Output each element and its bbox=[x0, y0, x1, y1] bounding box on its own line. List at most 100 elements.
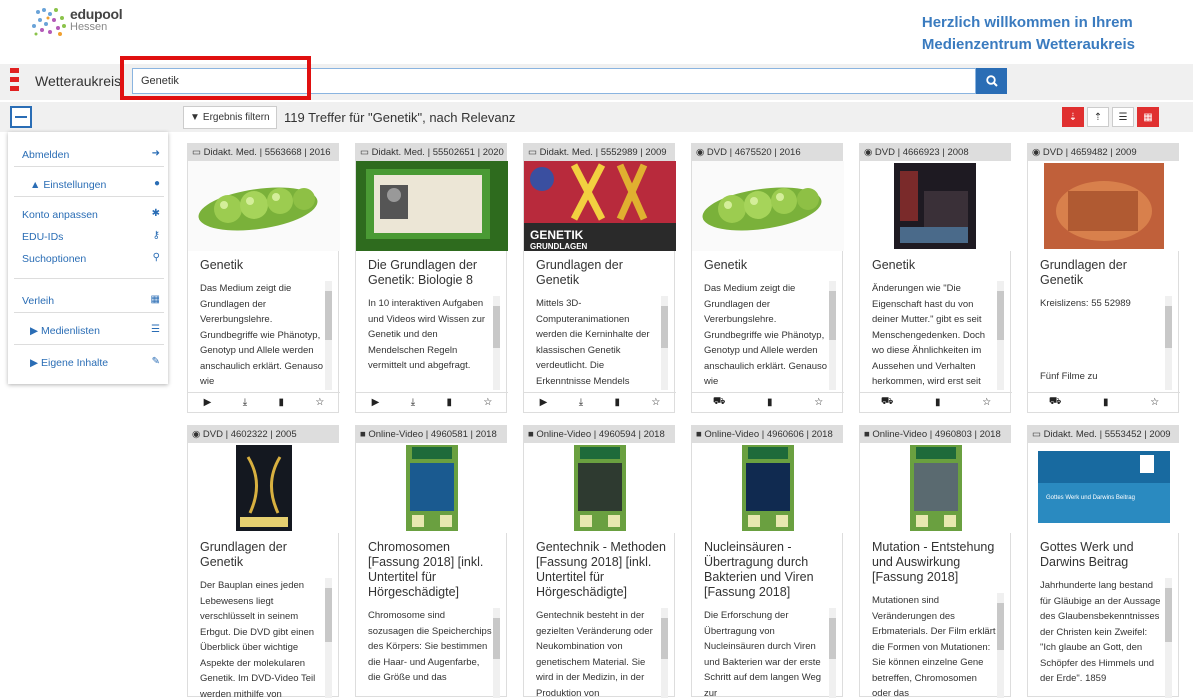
description-scrollbar[interactable] bbox=[661, 608, 668, 698]
description-scrollbar[interactable] bbox=[829, 608, 836, 698]
search-highlight-box bbox=[120, 56, 311, 100]
media-card[interactable]: ▭ Didakt. Med. | 5563668 | 2016 Genetik Da… bbox=[187, 143, 340, 413]
description-scrollbar[interactable] bbox=[997, 593, 1004, 698]
star-icon[interactable]: ☆ bbox=[1150, 397, 1159, 408]
sidebar-item-edu-ids[interactable]: EDU-IDs ⚷ bbox=[8, 226, 168, 248]
description-scrollbar[interactable] bbox=[1165, 578, 1172, 698]
media-card[interactable]: ◉ DVD | 4659482 | 2009 Grundlagen der Gen… bbox=[1027, 143, 1180, 413]
download-icon[interactable]: ⤓ bbox=[243, 397, 247, 408]
card-title[interactable]: Chromosomen [Fassung 2018] [inkl. Untert… bbox=[368, 540, 500, 600]
cart-icon[interactable]: ⛟ bbox=[1049, 396, 1062, 409]
description-scrollbar[interactable] bbox=[997, 281, 1004, 390]
list-view-button[interactable]: ☰ bbox=[1112, 107, 1134, 127]
media-card[interactable]: ◉ DVD | 4666923 | 2008 Genetik Änderungen … bbox=[859, 143, 1012, 413]
video-cover-image bbox=[356, 443, 508, 533]
gear-icon: ✱ bbox=[151, 208, 160, 219]
play-icon[interactable]: ▶ bbox=[540, 397, 548, 408]
star-icon[interactable]: ☆ bbox=[651, 397, 660, 408]
card-thumbnail[interactable] bbox=[524, 443, 676, 533]
play-icon[interactable]: ▶ bbox=[204, 397, 212, 408]
star-icon[interactable]: ☆ bbox=[315, 397, 324, 408]
description-scrollbar[interactable] bbox=[493, 296, 500, 390]
description-scrollbar[interactable] bbox=[325, 281, 332, 390]
document-icon[interactable]: ▮ bbox=[446, 397, 452, 408]
cart-icon[interactable]: ⛟ bbox=[881, 396, 894, 409]
card-title[interactable]: Nucleinsäuren - Übertragung durch Bakter… bbox=[704, 540, 836, 600]
card-header: ■ Online-Video | 4960594 | 2018 bbox=[524, 426, 674, 443]
header: edupool Hessen Herzlich willkommen in Ih… bbox=[0, 0, 1193, 62]
sort-asc-button[interactable]: ⇡ bbox=[1087, 107, 1109, 127]
document-icon[interactable]: ▮ bbox=[1103, 397, 1109, 408]
media-card[interactable]: ▭ Didakt. Med. | 5553452 | 2009 Gottes We… bbox=[1027, 425, 1180, 698]
sort-desc-icon: ⇣ bbox=[1068, 111, 1078, 123]
document-icon[interactable]: ▮ bbox=[767, 397, 773, 408]
card-title[interactable]: Gottes Werk und Darwins Beitrag bbox=[1040, 540, 1172, 570]
edit-icon: ✎ bbox=[151, 356, 160, 367]
description-scrollbar[interactable] bbox=[493, 608, 500, 698]
sidebar-item-medienlisten[interactable]: ▶ Medienlisten ☰ bbox=[8, 320, 168, 342]
card-thumbnail[interactable]: Gottes Werk und Darwins Beitrag bbox=[1028, 443, 1180, 533]
sidebar-collapse-button[interactable] bbox=[10, 106, 32, 128]
sidebar-item-eigene-inhalte[interactable]: ▶ Eigene Inhalte ✎ bbox=[8, 352, 168, 374]
media-card[interactable]: ◉ DVD | 4602322 | 2005 Grundlagen der Gen… bbox=[187, 425, 340, 698]
card-title[interactable]: Die Grundlagen der Genetik: Biologie 8 bbox=[368, 258, 500, 288]
card-thumbnail[interactable] bbox=[692, 161, 844, 251]
card-title[interactable]: Genetik bbox=[704, 258, 836, 273]
document-icon[interactable]: ▮ bbox=[614, 397, 620, 408]
card-thumbnail[interactable] bbox=[188, 443, 340, 533]
card-thumbnail[interactable] bbox=[692, 443, 844, 533]
star-icon[interactable]: ☆ bbox=[982, 397, 991, 408]
menu-toggle-icon[interactable] bbox=[10, 68, 19, 95]
document-icon[interactable]: ▮ bbox=[278, 397, 284, 408]
filter-icon: ▼ bbox=[190, 112, 200, 123]
star-icon[interactable]: ☆ bbox=[483, 397, 492, 408]
card-title[interactable]: Grundlagen der Genetik bbox=[1040, 258, 1172, 288]
sidebar-item-einstellungen[interactable]: ▲ Einstellungen ● bbox=[8, 174, 168, 196]
grid-view-button[interactable]: ▦ bbox=[1137, 107, 1159, 127]
card-thumbnail[interactable]: GENETIK GRUNDLAGEN bbox=[524, 161, 676, 251]
card-title[interactable]: Gentechnik - Methoden [Fassung 2018] [in… bbox=[536, 540, 668, 600]
media-card[interactable]: ▭ Didakt. Med. | 5552989 | 2009 GENETIK GR… bbox=[523, 143, 676, 413]
sidebar-item-verleih[interactable]: Verleih ▦ bbox=[8, 290, 168, 312]
card-header: ◉ DVD | 4659482 | 2009 bbox=[1028, 144, 1178, 161]
description-scrollbar[interactable] bbox=[661, 296, 668, 390]
media-card[interactable]: ■ Online-Video | 4960606 | 2018 Nucleinsä… bbox=[691, 425, 844, 698]
media-card[interactable]: ◉ DVD | 4675520 | 2016 Genetik Das Medium … bbox=[691, 143, 844, 413]
document-icon[interactable]: ▮ bbox=[935, 397, 941, 408]
description-scrollbar[interactable] bbox=[1165, 296, 1172, 390]
card-description: Das Medium zeigt die Grundlagen der Vere… bbox=[200, 283, 324, 387]
card-title[interactable]: Genetik bbox=[872, 258, 1004, 273]
description-scrollbar[interactable] bbox=[829, 281, 836, 390]
card-actions: ⛟ ▮ ☆ bbox=[860, 392, 1012, 412]
card-header: ◉ DVD | 4675520 | 2016 bbox=[692, 144, 842, 161]
sidebar-item-konto[interactable]: Konto anpassen ✱ bbox=[8, 204, 168, 226]
card-title[interactable]: Grundlagen der Genetik bbox=[200, 540, 332, 570]
sidebar-item-suchoptionen[interactable]: Suchoptionen ⚲ bbox=[8, 248, 168, 270]
card-thumbnail[interactable] bbox=[860, 161, 1012, 251]
search-button[interactable] bbox=[976, 68, 1007, 94]
card-thumbnail[interactable] bbox=[356, 161, 508, 251]
download-icon[interactable]: ⤓ bbox=[579, 397, 583, 408]
logo-name: edupool bbox=[70, 6, 123, 22]
card-actions: ▶ ⤓ ▮ ☆ bbox=[188, 392, 340, 412]
card-thumbnail[interactable] bbox=[860, 443, 1012, 533]
media-card[interactable]: ▭ Didakt. Med. | 55502651 | 2020 Die Grun… bbox=[355, 143, 508, 413]
card-title[interactable]: Genetik bbox=[200, 258, 332, 273]
download-icon[interactable]: ⤓ bbox=[411, 397, 415, 408]
sidebar: Abmelden ➜ ▲ Einstellungen ● Konto anpas… bbox=[8, 132, 168, 384]
card-thumbnail[interactable] bbox=[1028, 161, 1180, 251]
sort-desc-button[interactable]: ⇣ bbox=[1062, 107, 1084, 127]
sidebar-item-abmelden[interactable]: Abmelden ➜ bbox=[8, 144, 168, 166]
star-icon[interactable]: ☆ bbox=[814, 397, 823, 408]
filter-results-button[interactable]: ▼ Ergebnis filtern bbox=[183, 106, 277, 129]
card-thumbnail[interactable] bbox=[188, 161, 340, 251]
card-title[interactable]: Grundlagen der Genetik bbox=[536, 258, 668, 288]
media-card[interactable]: ■ Online-Video | 4960581 | 2018 Chromosom… bbox=[355, 425, 508, 698]
card-title[interactable]: Mutation - Entstehung und Auswirkung [Fa… bbox=[872, 540, 1004, 585]
card-thumbnail[interactable] bbox=[356, 443, 508, 533]
cart-icon[interactable]: ⛟ bbox=[713, 396, 726, 409]
description-scrollbar[interactable] bbox=[325, 578, 332, 698]
media-card[interactable]: ■ Online-Video | 4960594 | 2018 Gentechni… bbox=[523, 425, 676, 698]
play-icon[interactable]: ▶ bbox=[372, 397, 380, 408]
media-card[interactable]: ■ Online-Video | 4960803 | 2018 Mutation … bbox=[859, 425, 1012, 698]
